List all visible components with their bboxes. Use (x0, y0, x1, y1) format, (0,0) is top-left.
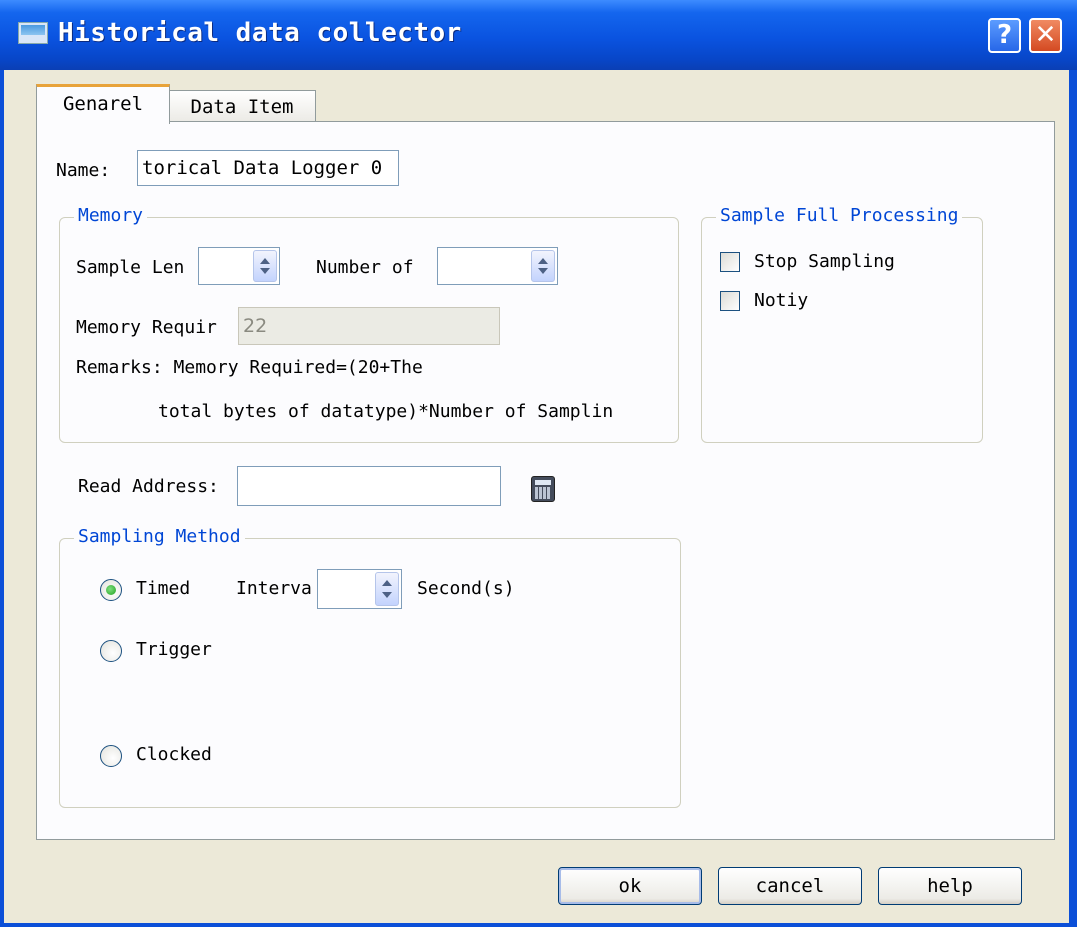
interval-stepper[interactable]: 1 (317, 569, 402, 609)
sample-len-label: Sample Len (76, 257, 185, 278)
spin-up-icon[interactable] (260, 258, 270, 264)
help-icon[interactable]: ? (988, 18, 1021, 53)
help-button[interactable]: help (878, 867, 1022, 905)
notify-checkbox[interactable] (720, 291, 740, 311)
interval-spin[interactable] (375, 572, 399, 606)
calculator-icon[interactable] (531, 476, 555, 502)
spin-down-icon[interactable] (260, 268, 270, 274)
memory-groupbox: Memory Sample Len 1 Number of 1 Memory R… (59, 205, 679, 443)
stop-sampling-label: Stop Sampling (754, 251, 895, 272)
memory-required-field: 22 (238, 307, 500, 345)
number-of-stepper[interactable]: 1 (437, 247, 558, 285)
sampling-method-legend: Sampling Method (74, 526, 245, 547)
read-address-input[interactable] (237, 466, 501, 506)
clocked-label: Clocked (136, 744, 212, 765)
sample-full-groupbox: Sample Full Processing Stop Sampling Not… (701, 205, 983, 443)
spin-up-icon[interactable] (538, 258, 548, 264)
cancel-button[interactable]: cancel (718, 867, 862, 905)
sample-len-stepper[interactable]: 1 (198, 247, 280, 285)
name-input[interactable]: torical Data Logger 0 (137, 150, 399, 186)
notify-label: Notiy (754, 290, 809, 311)
tab-general[interactable]: Genarel (36, 84, 170, 124)
stop-sampling-checkbox[interactable] (720, 252, 740, 272)
sampling-method-groupbox: Sampling Method Timed Interva 1 Second(s… (59, 526, 681, 808)
tab-data-item[interactable]: Data Item (168, 90, 316, 122)
interval-unit-label: Second(s) (417, 578, 515, 599)
name-label: Name: (56, 160, 111, 181)
spin-down-icon[interactable] (538, 268, 548, 274)
close-icon[interactable]: ✕ (1029, 18, 1062, 53)
window-title: Historical data collector (58, 18, 462, 48)
memory-required-label: Memory Requir (76, 317, 217, 338)
dialog-client-area: Genarel Data Item Name: torical Data Log… (4, 70, 1069, 923)
timed-label: Timed (136, 578, 191, 599)
sample-len-spin[interactable] (253, 250, 277, 282)
remarks-line-2: total bytes of datatype)*Number of Sampl… (158, 401, 614, 422)
sample-full-legend: Sample Full Processing (716, 205, 963, 226)
spin-up-icon[interactable] (382, 580, 392, 586)
spin-down-icon[interactable] (382, 592, 392, 598)
number-of-label: Number of (316, 257, 414, 278)
memory-legend: Memory (74, 205, 148, 226)
ok-button[interactable]: ok (558, 867, 702, 905)
title-bar[interactable]: Historical data collector ? ✕ (0, 0, 1077, 70)
number-of-spin[interactable] (531, 250, 555, 282)
read-address-label: Read Address: (78, 476, 219, 497)
interval-label: Interva (236, 578, 312, 599)
general-tab-panel: Name: torical Data Logger 0 Memory Sampl… (36, 121, 1055, 840)
timed-radio[interactable] (100, 579, 122, 601)
trigger-label: Trigger (136, 639, 212, 660)
dialog-window: Historical data collector ? ✕ Genarel Da… (0, 0, 1077, 927)
trigger-radio[interactable] (100, 640, 122, 662)
window-app-icon (18, 22, 48, 44)
clocked-radio[interactable] (100, 745, 122, 767)
remarks-line-1: Remarks: Memory Required=(20+The (76, 357, 423, 378)
